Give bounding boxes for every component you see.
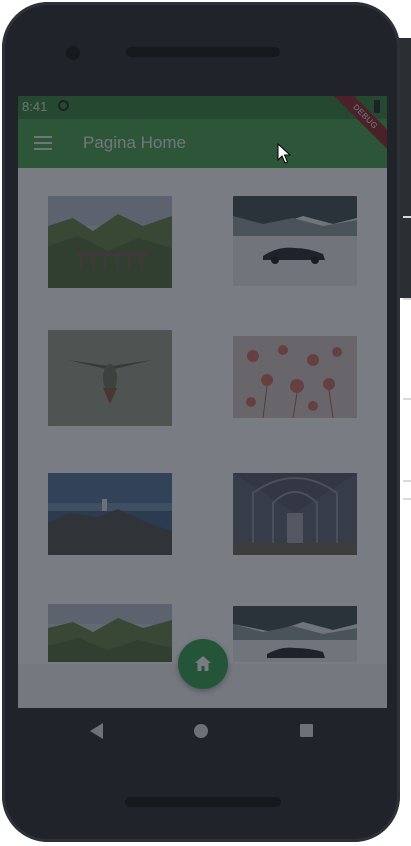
image-sports-car[interactable] [233,606,357,662]
bottom-speaker [125,797,281,807]
background-line [403,298,411,300]
background-line [403,480,411,482]
image-valley-viaduct[interactable] [48,196,172,288]
page-title: Pagina Home [83,133,187,152]
home-circle-icon[interactable] [194,724,208,738]
recents-icon[interactable] [300,724,313,737]
front-camera [66,46,80,60]
app-bar: Pagina Home [18,119,387,168]
image-valley-viaduct[interactable] [48,604,172,662]
counter-value: 1 [194,480,211,511]
image-grid: 1 [18,168,387,708]
background-dark-strip [399,38,411,298]
back-icon[interactable] [90,723,103,739]
image-sports-car[interactable] [233,196,357,286]
android-nav-bar [18,708,387,754]
image-hummingbird[interactable] [48,330,172,426]
app-screen: 8:41 Pagina Home DEBUG 1 [18,96,387,708]
status-time: 8:41 [22,99,48,114]
background-line [403,398,411,400]
sync-icon [58,100,69,111]
battery-icon [374,100,380,113]
home-fab-button[interactable] [178,639,228,689]
background-line [403,498,411,500]
home-icon [195,656,211,671]
mouse-cursor-icon [277,143,291,164]
image-red-flowers[interactable] [233,336,357,418]
top-speaker [126,47,280,57]
background-line [403,216,411,218]
menu-icon[interactable] [34,136,52,150]
status-bar: 8:41 [18,96,387,119]
